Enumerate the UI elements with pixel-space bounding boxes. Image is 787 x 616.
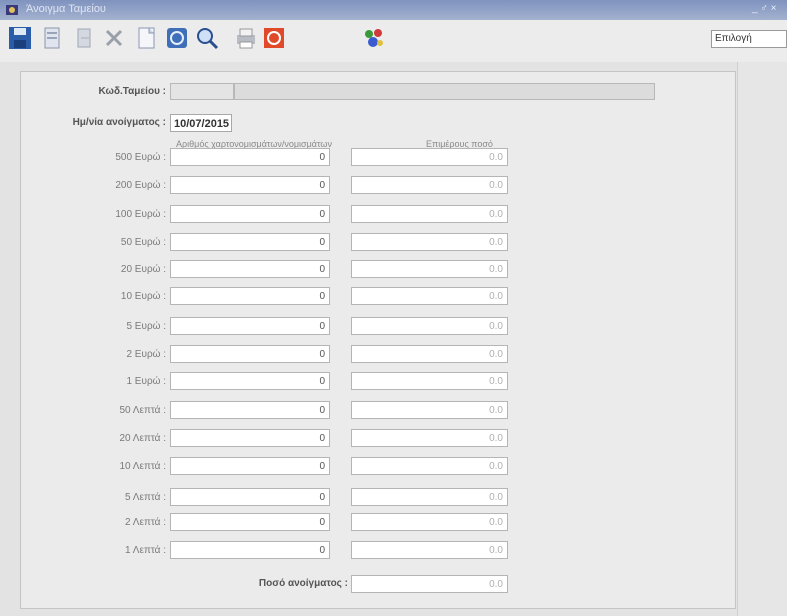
amount-field: 0.0 bbox=[351, 513, 508, 531]
count-field[interactable]: 0 bbox=[170, 148, 330, 166]
code-field[interactable] bbox=[170, 83, 234, 100]
amount-field: 0.0 bbox=[351, 541, 508, 559]
count-field[interactable]: 0 bbox=[170, 345, 330, 363]
app-icon bbox=[6, 5, 18, 15]
denomination-label: 5 Ευρώ : bbox=[126, 321, 166, 332]
amount-field: 0.0 bbox=[351, 488, 508, 506]
total-label: Ποσό ανοίγματος : bbox=[258, 578, 348, 589]
count-field[interactable]: 0 bbox=[170, 513, 330, 531]
count-field[interactable]: 0 bbox=[170, 176, 330, 194]
denomination-label: 2 Ευρώ : bbox=[126, 349, 166, 360]
denomination-label: 1 Λεπτά : bbox=[125, 545, 166, 556]
refresh-icon[interactable] bbox=[163, 24, 191, 52]
amount-field: 0.0 bbox=[351, 317, 508, 335]
amount-field: 0.0 bbox=[351, 457, 508, 475]
code-name-field bbox=[234, 83, 655, 100]
denomination-label: 20 Λεπτά : bbox=[119, 433, 166, 444]
denomination-label: 20 Ευρώ : bbox=[120, 264, 166, 275]
cut-icon[interactable] bbox=[100, 24, 128, 52]
count-field[interactable]: 0 bbox=[170, 457, 330, 475]
total-field[interactable]: 0.0 bbox=[351, 575, 508, 593]
amount-field: 0.0 bbox=[351, 345, 508, 363]
count-field[interactable]: 0 bbox=[170, 401, 330, 419]
amount-field: 0.0 bbox=[351, 260, 508, 278]
denomination-label: 50 Ευρώ : bbox=[120, 237, 166, 248]
date-field[interactable]: 10/07/2015 bbox=[170, 114, 232, 132]
amount-field: 0.0 bbox=[351, 429, 508, 447]
code-label: Κωδ.Ταμείου : bbox=[98, 86, 166, 97]
denomination-label: 10 Ευρώ : bbox=[120, 291, 166, 302]
toolbar bbox=[0, 20, 787, 62]
denomination-label: 200 Ευρώ : bbox=[115, 180, 166, 191]
denomination-label: 100 Ευρώ : bbox=[115, 209, 166, 220]
save-icon[interactable] bbox=[6, 24, 34, 52]
denomination-label: 5 Λεπτά : bbox=[125, 492, 166, 503]
denomination-label: 10 Λεπτά : bbox=[119, 461, 166, 472]
right-gutter bbox=[737, 62, 787, 616]
stop-icon[interactable] bbox=[260, 24, 288, 52]
count-field[interactable]: 0 bbox=[170, 429, 330, 447]
denomination-label: 1 Ευρώ : bbox=[126, 376, 166, 387]
window-controls[interactable]: _ ♂ × bbox=[752, 3, 776, 14]
amount-field: 0.0 bbox=[351, 372, 508, 390]
amount-field: 0.0 bbox=[351, 205, 508, 223]
amount-field: 0.0 bbox=[351, 287, 508, 305]
new-doc-icon[interactable] bbox=[132, 24, 160, 52]
amount-field: 0.0 bbox=[351, 233, 508, 251]
date-label: Ημ/νία ανοίγματος : bbox=[72, 117, 166, 128]
denomination-label: 50 Λεπτά : bbox=[119, 405, 166, 416]
amount-field: 0.0 bbox=[351, 401, 508, 419]
window-titlebar: Άνοιγμα Ταμείου _ ♂ × bbox=[0, 0, 787, 20]
denomination-label: 500 Ευρώ : bbox=[115, 152, 166, 163]
count-field[interactable]: 0 bbox=[170, 205, 330, 223]
exit-icon[interactable] bbox=[70, 24, 98, 52]
window-title: Άνοιγμα Ταμείου bbox=[26, 3, 106, 15]
count-field[interactable]: 0 bbox=[170, 541, 330, 559]
count-field[interactable]: 0 bbox=[170, 372, 330, 390]
search-input[interactable]: Επιλογή bbox=[711, 30, 787, 48]
amount-field: 0.0 bbox=[351, 176, 508, 194]
print-icon[interactable] bbox=[232, 24, 260, 52]
count-field[interactable]: 0 bbox=[170, 233, 330, 251]
count-field[interactable]: 0 bbox=[170, 260, 330, 278]
count-field[interactable]: 0 bbox=[170, 317, 330, 335]
denomination-label: 2 Λεπτά : bbox=[125, 517, 166, 528]
count-field[interactable]: 0 bbox=[170, 287, 330, 305]
palette-icon[interactable] bbox=[360, 24, 388, 52]
delete-doc-icon[interactable] bbox=[38, 24, 66, 52]
search-icon[interactable] bbox=[193, 24, 221, 52]
count-field[interactable]: 0 bbox=[170, 488, 330, 506]
amount-field: 0.0 bbox=[351, 148, 508, 166]
